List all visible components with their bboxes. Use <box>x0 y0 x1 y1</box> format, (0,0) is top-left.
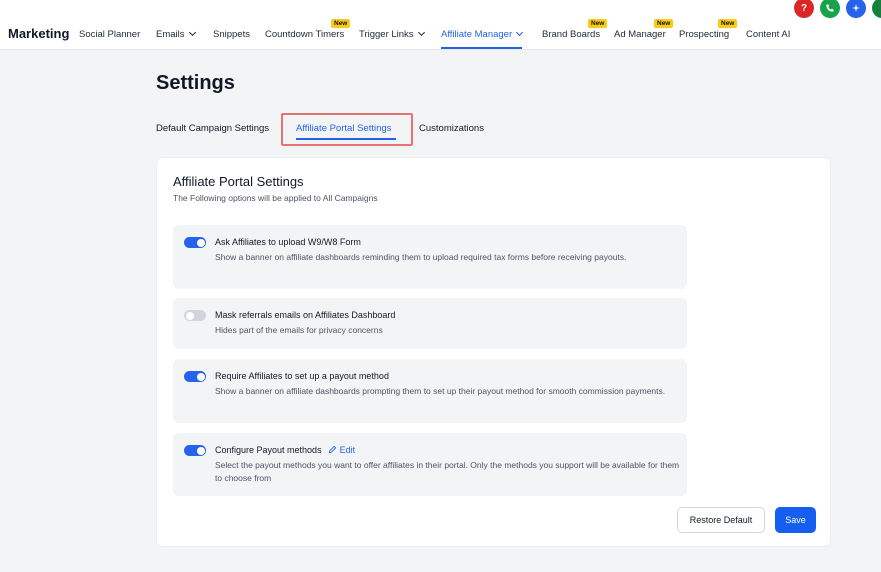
card-title: Affiliate Portal Settings <box>173 174 304 189</box>
tab-default-campaign-settings[interactable]: Default Campaign Settings <box>156 123 269 134</box>
nav-brand-boards[interactable]: Brand Boards <box>542 29 600 40</box>
phone-icon[interactable] <box>820 0 840 18</box>
page-title: Settings <box>156 72 235 94</box>
chevron-down-icon <box>417 28 425 37</box>
setting-title: Mask referrals emails on Affiliates Dash… <box>215 310 396 320</box>
restore-default-button[interactable]: Restore Default <box>677 507 765 533</box>
setting-configure-payout: Configure Payout methods Edit Select the… <box>173 433 687 496</box>
tab-customizations[interactable]: Customizations <box>419 123 484 134</box>
nav-content-ai[interactable]: Content AI <box>746 29 790 40</box>
new-badge: New <box>331 19 351 28</box>
sparkle-icon[interactable] <box>846 0 866 18</box>
w9-form-toggle[interactable] <box>184 237 206 248</box>
nav-trigger-links[interactable]: Trigger Links <box>359 28 425 40</box>
chevron-down-icon <box>188 28 196 37</box>
setting-description: Show a banner on affiliate dashboards pr… <box>215 386 666 396</box>
configure-payout-toggle[interactable] <box>184 445 206 456</box>
setting-payout-method: Require Affiliates to set up a payout me… <box>173 359 687 423</box>
setting-description: Hides part of the emails for privacy con… <box>215 325 383 335</box>
tab-highlight-box <box>281 113 413 146</box>
card-subtitle: The Following options will be applied to… <box>173 193 378 203</box>
payout-method-toggle[interactable] <box>184 371 206 382</box>
nav-ad-manager[interactable]: Ad Manager <box>614 29 666 40</box>
nav-social-planner[interactable]: Social Planner <box>79 29 140 40</box>
nav-affiliate-manager[interactable]: Affiliate Manager <box>441 28 524 49</box>
new-badge: New <box>718 19 738 28</box>
help-icon[interactable]: ? <box>794 0 814 18</box>
setting-description: Show a banner on affiliate dashboards re… <box>215 252 627 262</box>
setting-description: Select the payout methods you want to of… <box>215 460 680 483</box>
pencil-icon <box>328 445 337 454</box>
partial-icon[interactable] <box>872 0 881 18</box>
new-badge: New <box>588 19 608 28</box>
edit-payout-methods-link[interactable]: Edit <box>328 445 355 455</box>
brand-title: Marketing <box>8 26 70 41</box>
nav-prospecting[interactable]: Prospecting <box>679 29 729 40</box>
setting-title: Configure Payout methods Edit <box>215 445 356 455</box>
setting-w9-form: Ask Affiliates to upload W9/W8 Form Show… <box>173 225 687 289</box>
top-nav: Marketing Social Planner Emails Snippets… <box>0 0 881 50</box>
setting-mask-emails: Mask referrals emails on Affiliates Dash… <box>173 298 687 349</box>
save-button[interactable]: Save <box>775 507 816 533</box>
setting-title: Ask Affiliates to upload W9/W8 Form <box>215 237 361 247</box>
settings-card: Affiliate Portal Settings The Following … <box>156 157 831 547</box>
nav-countdown-timers[interactable]: Countdown Timers <box>265 29 344 40</box>
nav-snippets[interactable]: Snippets <box>213 29 250 40</box>
new-badge: New <box>654 19 674 28</box>
setting-title: Require Affiliates to set up a payout me… <box>215 371 389 381</box>
mask-emails-toggle[interactable] <box>184 310 206 321</box>
chevron-down-icon <box>516 28 524 37</box>
nav-emails[interactable]: Emails <box>156 28 196 40</box>
